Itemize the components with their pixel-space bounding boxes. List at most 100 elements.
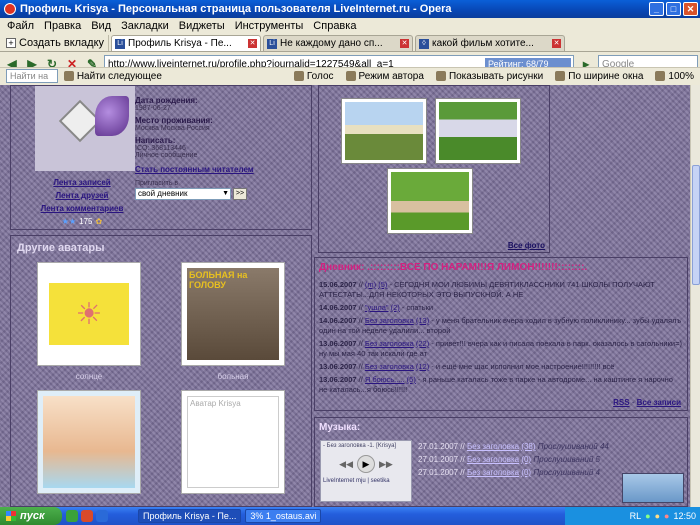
entry-comments[interactable]: (12) [416,362,429,371]
find-next-button[interactable]: Найти следующее [58,71,168,82]
liveinternet-favicon-icon: Li [115,38,126,49]
play-icon[interactable]: ▶ [357,455,375,473]
tray-icon[interactable]: ● [645,511,650,521]
music-player[interactable]: - Без заголовка -1. [Krisya] ◀◀ ▶ ▶▶ Liv… [320,440,412,502]
entry-title[interactable]: Без заголовка [365,339,414,348]
entry-text: - спатьки [401,303,434,312]
voice-icon [293,71,304,81]
butterfly-image [95,96,129,136]
feed-posts-link[interactable]: Лента записей [37,178,127,187]
taskbar-task-opera[interactable]: Профиль Krisya - Пе... [138,509,242,523]
menu-tools[interactable]: Инструменты [230,20,309,32]
zoom-control[interactable]: 100% [649,71,700,82]
photo-1-image [345,102,423,160]
rss-link[interactable]: RSS [613,398,629,407]
quick-launch-icon[interactable] [96,510,108,522]
music-track-row: 27.01.2007 // Без заголовка (0) Прослуши… [418,455,600,464]
menu-file[interactable]: Файл [2,20,39,32]
entry-title[interactable]: Без заголовка [365,316,414,325]
voice-button[interactable]: Голос [288,71,340,82]
track-comments[interactable]: (0) [521,468,531,477]
track-listens: Прослушиваний 5 [533,455,600,464]
show-images-button[interactable]: Показывать рисунки [430,71,549,82]
taskbar: пуск Профиль Krisya - Пе... 3% 1_ostaus.… [0,507,700,525]
find-in-page-input[interactable]: Найти на странице [6,69,58,93]
window-title: Профиль Krisya - Персональная страница п… [20,3,452,15]
track-date: 27.01.2007 [418,468,459,477]
mini-widget [622,473,684,503]
avatar-thumb-4[interactable]: Аватар Krisya [181,390,285,494]
avatar-thumb-2[interactable]: БОЛЬНАЯ на ГОЛОВУ [181,262,285,366]
menu-help[interactable]: Справка [308,20,361,32]
zoom-icon [655,71,666,81]
entry-title[interactable]: Я боюсь..... [365,375,405,384]
windows-logo-icon [6,511,16,521]
page-favicon-icon: ◊ [419,38,430,49]
minimize-button[interactable]: _ [649,2,664,16]
window-titlebar: Профиль Krisya - Персональная страница п… [0,0,700,18]
language-indicator[interactable]: RL [630,511,642,521]
menu-edit[interactable]: Правка [39,20,86,32]
tray-icon[interactable]: ● [655,511,660,521]
new-tab-button[interactable]: + Создать вкладку [2,35,110,51]
track-listens: Прослушиваний 4 [533,468,600,477]
feed-comments-link[interactable]: Лента комментариев [37,204,127,213]
entry-comments[interactable]: (2) [391,303,400,312]
close-tab-icon[interactable]: ✕ [248,39,258,48]
start-button[interactable]: пуск [0,507,62,525]
entry-title[interactable]: (m) [365,280,376,289]
entry-comments[interactable]: (5) [407,375,416,384]
close-window-button[interactable]: ✕ [683,2,698,16]
quick-launch-icon[interactable] [66,510,78,522]
diary-select[interactable]: свой дневник ▼ [135,188,231,200]
menu-widgets[interactable]: Виджеты [174,20,230,32]
invite-go-button[interactable]: >> [233,188,247,200]
photo-1[interactable] [341,98,427,164]
track-comments[interactable]: (38) [521,442,535,451]
tray-icon[interactable]: ● [664,511,669,521]
taskbar-task-video[interactable]: 3% 1_ostaus.avi [245,509,322,523]
entry-title[interactable]: "ушла" [365,303,389,312]
page-scrollbar[interactable] [690,85,700,507]
private-message-link[interactable]: Личное сообщение [135,152,305,159]
entry-comments[interactable]: (13) [416,316,429,325]
menu-bookmarks[interactable]: Закладки [116,20,174,32]
avatar-thumb-3[interactable] [37,390,141,494]
scrollbar-thumb[interactable] [692,165,700,285]
tab-post[interactable]: Li Не каждому дано сп... ✕ [263,35,414,51]
tab-profile[interactable]: Li Профиль Krisya - Пе... ✕ [111,35,262,51]
close-tab-icon[interactable]: ✕ [400,39,410,48]
page-content: Дата рождения: 1987-06-27 Место проживан… [0,85,690,507]
maximize-button[interactable]: □ [666,2,681,16]
feed-friends-link[interactable]: Лента друзей [37,191,127,200]
entry-title[interactable]: Без заголовка [365,362,414,371]
all-entries-link[interactable]: Все записи [637,398,681,407]
diary-title: Дневник: .:::::::::ВСЕ ПО НАРАМ!!!Я ЛИМО… [319,262,588,273]
avatar-thumb-1[interactable]: ☀ [37,262,141,366]
track-title[interactable]: Без заголовка [467,468,519,477]
tab-film[interactable]: ◊ какой фильм хотите... ✕ [415,35,566,51]
birth-label: Дата рождения: [135,96,198,105]
next-icon[interactable]: ▶▶ [379,459,393,470]
prev-icon[interactable]: ◀◀ [339,459,353,470]
photo-2[interactable] [435,98,521,164]
menu-view[interactable]: Вид [86,20,116,32]
fit-width-button[interactable]: По ширине окна [549,71,649,82]
entry-comments[interactable]: (5) [378,280,387,289]
become-reader-link[interactable]: Стать постоянным читателем [135,165,305,174]
track-title[interactable]: Без заголовка [467,442,519,451]
quick-launch-icon[interactable] [81,510,93,522]
write-label: Написать: [135,136,176,145]
track-comments[interactable]: (0) [521,455,531,464]
user-avatar [35,86,135,171]
entry-date: 13.06.2007 [319,339,357,348]
stars-count: 175 [79,217,93,226]
track-title[interactable]: Без заголовка [467,455,519,464]
entry-comments[interactable]: (22) [416,339,429,348]
author-mode-button[interactable]: Режим автора [340,71,430,82]
close-tab-icon[interactable]: ✕ [552,39,562,48]
tab-label: какой фильм хотите... [432,38,534,49]
all-photos-link[interactable]: Все фото [508,241,545,250]
photo-2-image [439,102,517,160]
photo-3[interactable] [387,168,473,234]
